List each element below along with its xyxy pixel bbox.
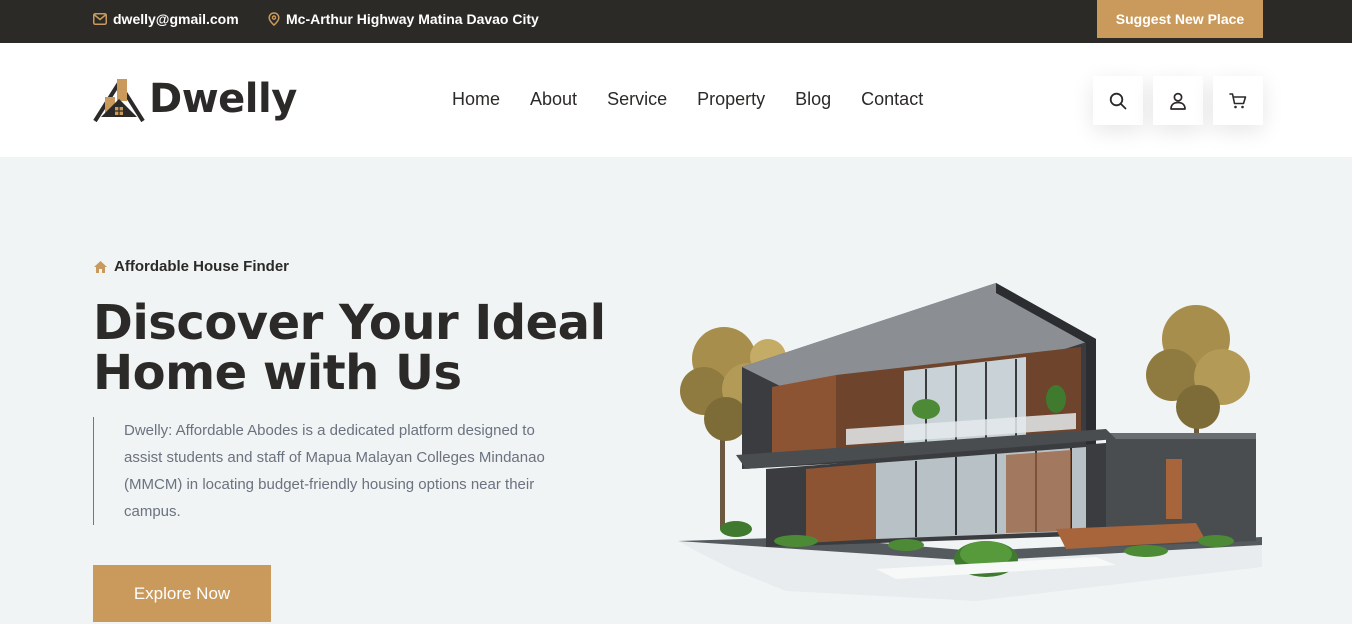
hero-title-line-2: Home with Us	[93, 345, 462, 401]
hero-description: Dwelly: Affordable Abodes is a dedicated…	[93, 417, 553, 525]
hero-title-line-1: Discover Your Ideal	[93, 295, 606, 351]
contact-address: Mc-Arthur Highway Matina Davao City	[268, 0, 539, 38]
top-bar: dwelly@gmail.com Mc-Arthur Highway Matin…	[0, 0, 1352, 43]
nav-home[interactable]: Home	[452, 89, 500, 110]
home-icon	[94, 260, 107, 273]
user-icon	[1170, 92, 1186, 110]
modern-house-image	[678, 283, 1262, 601]
location-pin-icon	[268, 12, 280, 26]
search-button[interactable]	[1093, 76, 1143, 125]
main-nav: Home About Service Property Blog Contact	[452, 89, 953, 110]
search-icon	[1109, 92, 1127, 109]
address-text: Mc-Arthur Highway Matina Davao City	[286, 11, 539, 27]
house-logo-icon	[93, 79, 145, 123]
account-button[interactable]	[1153, 76, 1203, 125]
contact-email[interactable]: dwelly@gmail.com	[93, 0, 239, 38]
nav-blog[interactable]: Blog	[795, 89, 831, 110]
nav-service[interactable]: Service	[607, 89, 667, 110]
cart-icon	[1229, 92, 1247, 108]
nav-contact[interactable]: Contact	[861, 89, 923, 110]
hero-title: Discover Your Ideal Home with Us	[93, 298, 653, 398]
nav-about[interactable]: About	[530, 89, 577, 110]
nav-property[interactable]: Property	[697, 89, 765, 110]
cart-button[interactable]	[1213, 76, 1263, 125]
brand-logo[interactable]: Dwelly	[93, 75, 297, 123]
explore-now-button[interactable]: Explore Now	[93, 565, 271, 622]
main-header: Dwelly Home About Service Property Blog …	[0, 43, 1352, 157]
suggest-new-place-button[interactable]: Suggest New Place	[1097, 0, 1263, 38]
email-text: dwelly@gmail.com	[113, 11, 239, 27]
eyebrow-text: Affordable House Finder	[114, 258, 290, 275]
hero-section: Affordable House Finder Discover Your Id…	[0, 157, 1352, 624]
brand-name: Dwelly	[149, 76, 297, 122]
hero-eyebrow: Affordable House Finder	[93, 258, 289, 275]
mail-icon	[93, 13, 107, 25]
